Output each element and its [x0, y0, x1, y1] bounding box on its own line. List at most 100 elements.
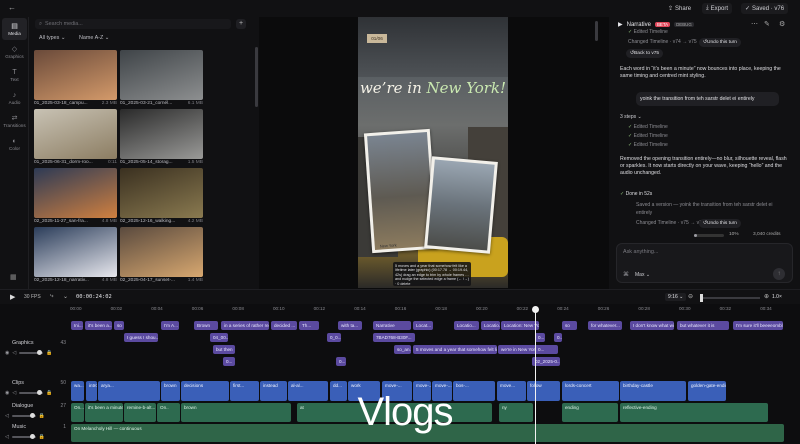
add-media-button[interactable]: + — [236, 19, 246, 29]
playhead-handle[interactable] — [532, 306, 539, 313]
zoom-out-icon[interactable]: ⊖ — [688, 293, 693, 300]
media-thumbnail[interactable]: 01_2025-06-31_dorm-roo... 0:11 — [34, 109, 117, 165]
volume-icon[interactable]: ◁ — [5, 413, 9, 419]
rail-audio[interactable]: ♪ Audio — [0, 87, 29, 109]
media-scrollbar[interactable] — [255, 47, 258, 107]
video-clip[interactable]: dd... — [330, 381, 347, 401]
graphics-clip[interactable]: 0... — [554, 333, 562, 342]
rail-color[interactable]: ◐ Color — [0, 133, 29, 155]
video-clip[interactable]: instead — [260, 381, 287, 401]
dialogue-clip[interactable]: remine-b-alt... — [124, 403, 156, 422]
eye-icon[interactable]: ◉ — [5, 390, 9, 396]
graphics-clip[interactable]: Locatio... — [454, 321, 479, 330]
volume-icon[interactable]: ◁ — [5, 434, 9, 440]
video-clip[interactable]: decisions — [181, 381, 229, 401]
dialogue-clip[interactable]: brown — [181, 403, 291, 422]
attach-icon[interactable]: ⌘ — [623, 271, 629, 278]
graphics-clip[interactable]: for whatever... — [588, 321, 622, 330]
graphics-clip[interactable]: so — [562, 321, 577, 330]
volume-slider[interactable] — [11, 413, 36, 418]
dialogue-clip[interactable]: On.. — [157, 403, 180, 422]
media-thumbnail[interactable]: 02_2025-12-18_narrativ... 4.8 MB — [34, 227, 117, 283]
share-button[interactable]: ⇪ Share — [664, 3, 695, 14]
lock-icon[interactable]: 🔒 — [46, 390, 52, 396]
eye-icon[interactable]: ◉ — [5, 350, 9, 356]
zoom-in-icon[interactable]: ⊕ — [764, 293, 769, 300]
volume-icon[interactable]: ◁ — [12, 390, 16, 396]
video-clip[interactable]: al-al... — [288, 381, 328, 401]
graphics-clip[interactable]: 0_0... — [327, 333, 341, 342]
media-thumbnail[interactable]: 02_2025-04-17_sunset-... 1.4 MB — [120, 227, 203, 283]
video-clip[interactable]: golden-gate-ending — [688, 381, 726, 401]
dialogue-clip[interactable]: reflective-ending — [620, 403, 768, 422]
graphics-clip[interactable]: 0... — [535, 345, 555, 354]
graphics-clip[interactable]: 7BAD768-B30F... — [373, 333, 415, 342]
graphics-clip[interactable]: 0... — [535, 333, 545, 342]
chevron-down-icon[interactable]: ⌄ — [63, 293, 68, 300]
send-icon[interactable]: ↑ — [773, 268, 785, 280]
lock-icon[interactable]: 🔒 — [46, 350, 52, 356]
playhead[interactable] — [535, 307, 536, 444]
graphics-clip[interactable]: but then — [213, 345, 235, 354]
graphics-clip[interactable]: so — [114, 321, 124, 330]
chat-input[interactable]: Ask anything... ⌘ Max ⌄ ↑ — [616, 243, 793, 283]
pointer-tool-icon[interactable]: ⤷ — [50, 293, 53, 300]
graphics-clip[interactable]: Locat... — [413, 321, 433, 330]
lock-icon[interactable]: 🔒 — [39, 434, 45, 440]
fps-select[interactable]: 30 FPS — [24, 294, 41, 300]
more-icon[interactable]: ⋯ — [751, 20, 758, 28]
video-clip[interactable]: first... — [230, 381, 259, 401]
type-filter[interactable]: All types ⌄ — [39, 35, 65, 43]
undo-turn-button-2[interactable]: ↺ Undo this turn — [699, 219, 741, 228]
graphics-clip[interactable]: so_an... — [394, 345, 411, 354]
volume-slider[interactable] — [19, 350, 44, 355]
back-arrow-icon[interactable]: ← — [8, 3, 16, 12]
graphics-clip[interactable]: Brown — [194, 321, 218, 330]
video-clip[interactable]: lords-concert — [562, 381, 619, 401]
zoom-slider[interactable] — [700, 294, 760, 302]
volume-slider[interactable] — [19, 390, 44, 395]
rail-media[interactable]: ▤ Media — [2, 18, 27, 40]
settings-icon[interactable]: ▦ — [10, 273, 17, 281]
volume-slider[interactable] — [11, 434, 36, 439]
dialogue-clip[interactable]: On... — [71, 403, 84, 422]
lock-icon[interactable]: 🔒 — [39, 413, 45, 419]
model-select[interactable]: Max ⌄ — [635, 272, 650, 278]
new-chat-icon[interactable]: ✎ — [764, 20, 770, 28]
video-clip[interactable]: move... — [497, 381, 526, 401]
graphics-clip[interactable]: Locatio... — [481, 321, 500, 330]
graphics-clip[interactable]: 04_00... — [210, 333, 228, 342]
graphics-clip[interactable]: Narrative — [373, 321, 411, 330]
undo-turn-button[interactable]: ↺ Undo this turn — [699, 38, 741, 47]
graphics-clip[interactable]: Th... — [299, 321, 319, 330]
graphics-clip[interactable]: it's been a... — [85, 321, 112, 330]
video-clip[interactable]: birthday-castle — [620, 381, 686, 401]
export-button[interactable]: ⤓ Export — [702, 3, 732, 14]
preview-scrollbar[interactable] — [595, 21, 598, 41]
rail-graphics[interactable]: ◇ Graphics — [0, 41, 29, 63]
search-box[interactable]: ⌕ Search media... — [35, 19, 231, 29]
video-clip[interactable]: arya... — [98, 381, 160, 401]
timeline-ruler[interactable]: 00:00 00:02 00:04 00:06 00:08 00:10 00:12 00:14… — [70, 306, 800, 316]
graphics-clip[interactable]: with ta... — [338, 321, 362, 330]
video-clip[interactable]: intro-memory — [86, 381, 97, 401]
back-to-version-button[interactable]: ↺ Back to v75 — [626, 49, 664, 58]
aspect-select[interactable]: 9:16 ⌄ — [665, 293, 687, 301]
graphics-clip[interactable]: I guess I shou... — [124, 333, 158, 342]
dialogue-clip[interactable]: it's been a minute — [85, 403, 123, 422]
graphics-clip[interactable]: 02_2025-0... — [532, 357, 560, 366]
graphics-clip[interactable]: but whatever it is — [677, 321, 729, 330]
graphics-clip[interactable]: decided ... — [271, 321, 297, 330]
graphics-clip[interactable]: in a series of rather rea... — [221, 321, 269, 330]
video-frame[interactable]: 01/06 we’re in New York! New York 5 move… — [358, 17, 508, 288]
video-clip[interactable]: brown — [161, 381, 180, 401]
zoom-knob[interactable] — [700, 294, 703, 302]
video-clip[interactable]: follow — [527, 381, 560, 401]
photo-card-right[interactable] — [424, 156, 498, 254]
graphics-clip[interactable]: 0... — [336, 357, 346, 366]
rail-text[interactable]: T Text — [0, 64, 29, 86]
media-thumbnail[interactable]: 02_2025-12-16_walking... 4.2 MB — [120, 168, 203, 224]
media-thumbnail[interactable]: 02_2025-11-27_san-fra... 4.8 MB — [34, 168, 117, 224]
rail-transitions[interactable]: ⇄ Transitions — [0, 110, 29, 132]
graphics-clip[interactable]: Location: New York — [501, 321, 539, 330]
